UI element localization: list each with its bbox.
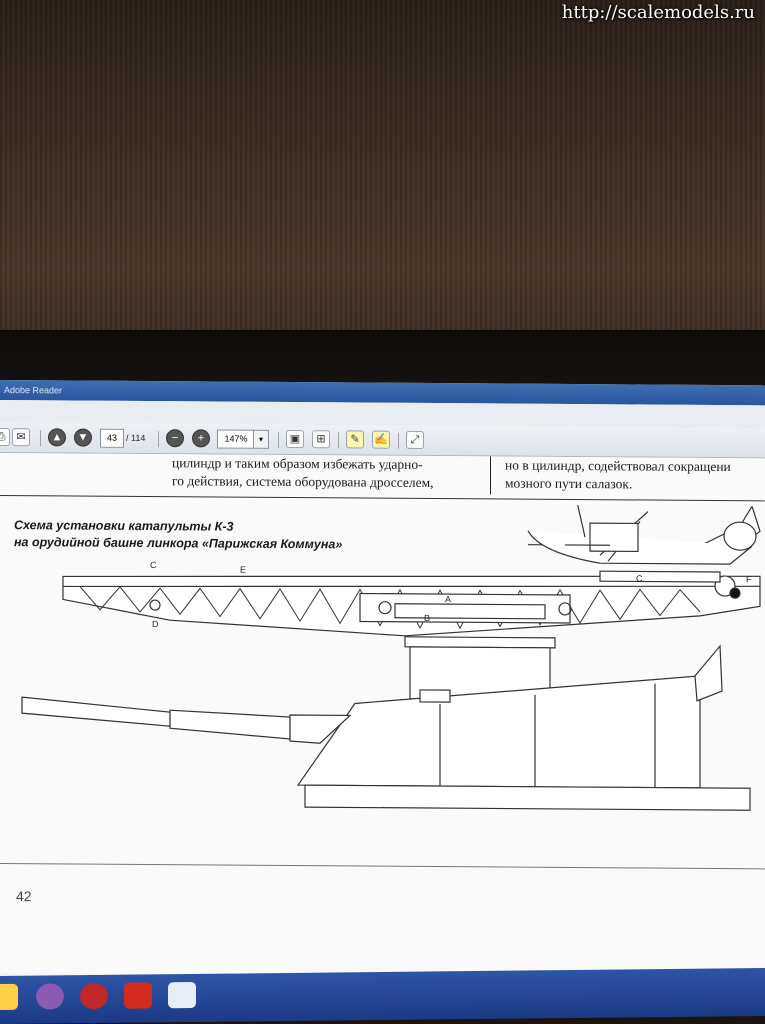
label-b: B [424, 613, 430, 623]
label-a: A [445, 594, 451, 604]
text-line: но в цилиндр, содействовал сокращени [505, 457, 731, 475]
page-count: / 114 [126, 432, 146, 444]
zoom-in-button[interactable]: + [192, 429, 210, 448]
page-number-input[interactable]: 43 [100, 428, 124, 448]
label-c2: C [636, 573, 643, 583]
toolbar-separator [40, 430, 41, 447]
text-line: го действия, система оборудована дроссел… [172, 473, 434, 491]
comment-icon[interactable]: ✎ [346, 430, 364, 449]
windows-taskbar [0, 967, 765, 1024]
folder-icon[interactable] [0, 983, 18, 1011]
zoom-out-button[interactable]: − [166, 429, 184, 448]
previous-page-button[interactable]: ▲ [48, 428, 66, 447]
viber-icon[interactable] [36, 983, 64, 1010]
opera-icon[interactable] [80, 982, 108, 1010]
monitor-screen: Adobe Reader ⎙ ✉ ▲ ▼ 43 / 114 − + 147% ▾… [0, 380, 765, 996]
left-column-text: цилиндр и таким образом избежать ударно-… [172, 454, 434, 492]
catapult-truss [62, 570, 761, 637]
next-page-button[interactable]: ▼ [74, 428, 92, 447]
expand-icon[interactable]: ⤢ [406, 430, 424, 449]
text-line: цилиндр и таким образом избежать ударно- [172, 455, 423, 472]
seaplane-illustration [527, 501, 761, 565]
toolbar-separator [158, 431, 159, 448]
column-rule [490, 456, 491, 495]
label-d: D [152, 619, 159, 629]
background-wall [0, 0, 765, 340]
gun-turret [21, 644, 751, 811]
catapult-drawing: C E D C F A B [21, 501, 761, 811]
print-icon[interactable]: ⎙ [0, 427, 10, 447]
section-divider [0, 495, 765, 502]
chevron-down-icon[interactable]: ▾ [253, 429, 269, 449]
toolbar-separator [338, 432, 339, 449]
label-e: E [240, 565, 246, 575]
label-f: F [746, 574, 752, 584]
adobe-reader-icon[interactable] [124, 982, 152, 1009]
zoom-level-input[interactable]: 147% [217, 429, 255, 449]
document-icon[interactable] [168, 981, 196, 1009]
toolbar-separator [398, 432, 399, 449]
email-icon[interactable]: ✉ [12, 428, 30, 447]
label-c1: C [150, 560, 157, 570]
page-number: 42 [16, 888, 32, 905]
fit-width-icon[interactable]: ⊞ [312, 430, 330, 449]
sign-icon[interactable]: ✍ [372, 430, 390, 449]
text-line: мозного пути салазок. [505, 475, 633, 492]
watermark: http://scalemodels.ru [561, 2, 755, 23]
toolbar-separator [278, 431, 279, 448]
window-title: Adobe Reader [4, 385, 63, 396]
fit-page-icon[interactable]: ▣ [286, 429, 304, 449]
document-page: цилиндр и таким образом избежать ударно-… [0, 453, 765, 979]
right-column-text: но в цилиндр, содействовал сокращени моз… [505, 457, 731, 495]
